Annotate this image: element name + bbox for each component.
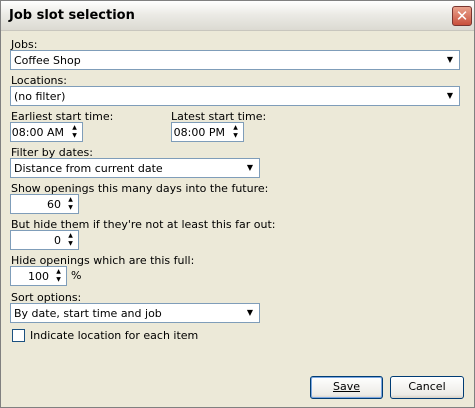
- latest-spinner: ▲ ▼: [229, 124, 242, 140]
- earliest-time-value: 08:00 AM: [11, 126, 64, 139]
- cancel-button[interactable]: Cancel: [390, 376, 464, 399]
- latest-time-input[interactable]: 08:00 PM ▲ ▼: [171, 122, 244, 142]
- save-button-label: Save: [332, 380, 360, 393]
- indicate-location-checkbox[interactable]: [12, 329, 25, 342]
- days-future-value: 60: [47, 198, 61, 211]
- arrow-down-icon[interactable]: ▼: [68, 132, 81, 140]
- filter-dates-value: Distance from current date: [14, 162, 163, 175]
- hide-far-value: 0: [54, 234, 61, 247]
- arrow-up-icon[interactable]: ▲: [68, 124, 81, 132]
- locations-select[interactable]: (no filter) ▼: [10, 86, 460, 106]
- chevron-down-icon[interactable]: ▼: [243, 161, 257, 175]
- hide-full-value: 100: [28, 270, 49, 283]
- days-future-input[interactable]: 60 ▲ ▼: [10, 194, 79, 214]
- hide-far-spinner: ▲ ▼: [64, 232, 77, 248]
- chevron-down-icon[interactable]: ▼: [443, 53, 457, 67]
- filter-dates-select[interactable]: Distance from current date ▼: [10, 158, 260, 178]
- days-future-spinner: ▲ ▼: [64, 196, 77, 212]
- earliest-time-input[interactable]: 08:00 AM ▲ ▼: [10, 122, 83, 142]
- arrow-down-icon[interactable]: ▼: [64, 204, 77, 212]
- arrow-down-icon[interactable]: ▼: [52, 276, 65, 284]
- sort-value: By date, start time and job: [14, 307, 162, 320]
- arrow-down-icon[interactable]: ▼: [64, 240, 77, 248]
- chevron-down-icon[interactable]: ▼: [443, 89, 457, 103]
- sort-select[interactable]: By date, start time and job ▼: [10, 303, 260, 323]
- arrow-up-icon[interactable]: ▲: [229, 124, 242, 132]
- save-button[interactable]: Save: [310, 376, 383, 399]
- latest-time-value: 08:00 PM: [173, 126, 225, 139]
- hide-full-spinner: ▲ ▼: [52, 268, 65, 284]
- cancel-button-label: Cancel: [408, 380, 446, 393]
- chevron-down-icon[interactable]: ▼: [243, 306, 257, 320]
- arrow-down-icon[interactable]: ▼: [229, 132, 242, 140]
- indicate-location-label: Indicate location for each item: [30, 329, 199, 342]
- earliest-spinner: ▲ ▼: [68, 124, 81, 140]
- locations-value: (no filter): [14, 90, 66, 103]
- jobs-select[interactable]: Coffee Shop ▼: [10, 50, 460, 70]
- title-bar: Job slot selection ✕: [1, 1, 474, 31]
- dialog-title: Job slot selection: [9, 8, 135, 23]
- dialog-window: Job slot selection ✕ Jobs: Coffee Shop ▼…: [0, 0, 475, 408]
- close-icon[interactable]: ✕: [452, 6, 472, 26]
- arrow-up-icon[interactable]: ▲: [64, 232, 77, 240]
- hide-far-input[interactable]: 0 ▲ ▼: [10, 230, 79, 250]
- percent-unit: %: [71, 269, 82, 282]
- arrow-up-icon[interactable]: ▲: [64, 196, 77, 204]
- hide-full-input[interactable]: 100 ▲ ▼: [10, 266, 67, 286]
- arrow-up-icon[interactable]: ▲: [52, 268, 65, 276]
- jobs-value: Coffee Shop: [14, 54, 81, 67]
